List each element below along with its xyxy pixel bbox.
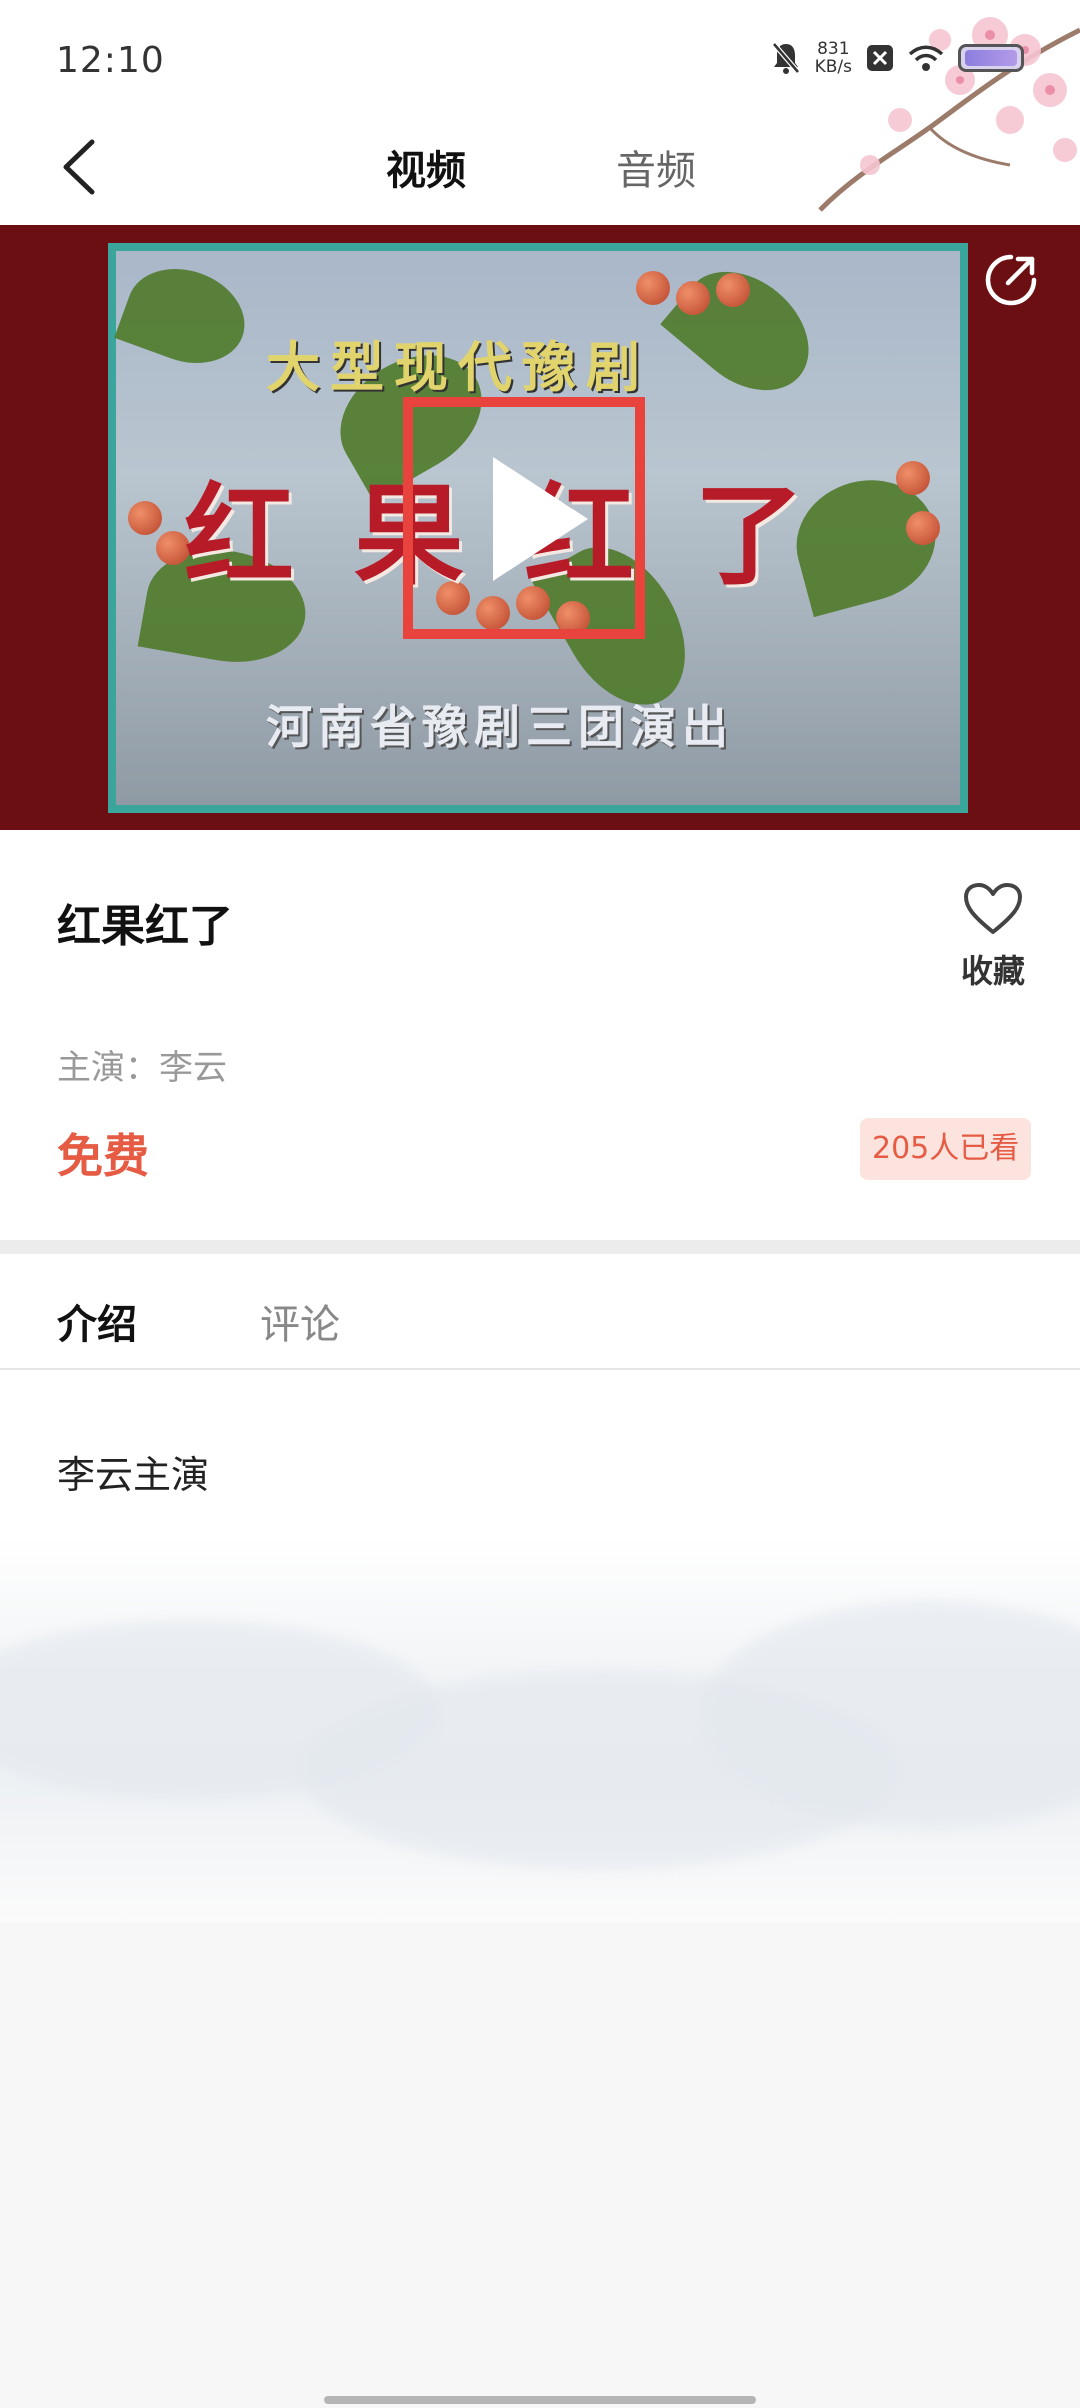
status-time: 12:10 (56, 40, 165, 81)
favorite-label: 收藏 (960, 952, 1025, 990)
tab-comment[interactable]: 评论 (260, 1292, 340, 1350)
status-bar: 12:10 831 KB/s (0, 0, 1080, 125)
content-tabs: 介绍 评论 (0, 1254, 1080, 1378)
favorite-button[interactable]: 收藏 (958, 882, 1028, 992)
share-icon[interactable] (982, 251, 1040, 309)
heart-icon (964, 883, 1022, 934)
viewers-badge: 205人已看 (860, 1118, 1032, 1180)
app-screen: 12:10 831 KB/s 视频 音频 大型现代豫剧 红果红了 河南省豫剧三团… (0, 0, 1080, 2408)
program-title: 红果红了 (57, 901, 233, 952)
network-speed-unit: KB/s (814, 57, 852, 77)
actor-line: 主演：李云 (57, 1048, 227, 1088)
wifi-icon (908, 45, 944, 71)
back-arrow-icon[interactable] (52, 132, 112, 202)
program-info: 红果红了 收藏 主演：李云 免费 205人已看 (0, 830, 1080, 1240)
battery-icon (958, 44, 1024, 72)
bell-muted-icon (771, 42, 800, 74)
section-divider (0, 1240, 1080, 1254)
tab-video[interactable]: 视频 (386, 138, 466, 196)
video-player[interactable]: 大型现代豫剧 红果红了 河南省豫剧三团演出 (0, 225, 1080, 830)
play-icon (493, 457, 588, 581)
tab-audio[interactable]: 音频 (616, 138, 696, 196)
intro-text: 李云主演 (57, 1453, 210, 1497)
top-nav: 视频 音频 (0, 110, 1080, 225)
header: 12:10 831 KB/s 视频 音频 (0, 0, 1080, 225)
close-box-icon (867, 45, 893, 71)
status-icons: 831 KB/s (771, 40, 1024, 76)
tab-intro[interactable]: 介绍 (57, 1292, 137, 1350)
intro-panel: 李云主演 (0, 1370, 1080, 1922)
play-button[interactable] (403, 397, 645, 639)
video-overlay-subtitle: 大型现代豫剧 (266, 335, 650, 399)
network-speed: 831 KB/s (815, 40, 852, 76)
home-indicator[interactable] (324, 2396, 756, 2404)
price-label: 免费 (57, 1129, 149, 1183)
video-overlay-credit: 河南省豫剧三团演出 (266, 700, 734, 754)
network-speed-value: 831 (817, 39, 850, 59)
